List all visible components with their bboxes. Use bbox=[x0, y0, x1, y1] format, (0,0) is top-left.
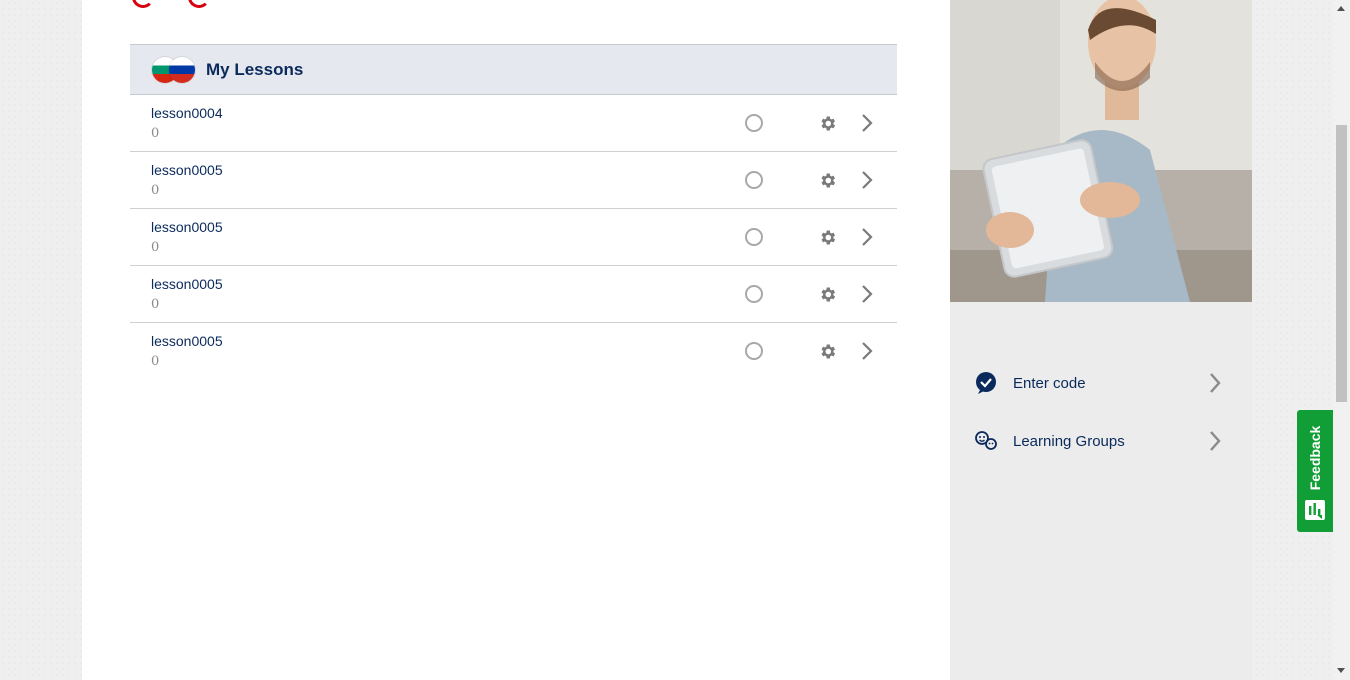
chevron-right-icon[interactable] bbox=[1208, 372, 1222, 394]
lesson-count: 0 bbox=[151, 297, 160, 312]
red-speech-bubble-icon bbox=[188, 0, 210, 8]
language-pair-flags bbox=[152, 55, 198, 85]
learning-groups-label[interactable]: Learning Groups bbox=[1013, 433, 1125, 450]
red-speech-bubble-icon bbox=[132, 0, 154, 8]
lesson-count: 0 bbox=[151, 126, 160, 141]
checkmark-bubble-icon bbox=[976, 372, 996, 394]
lesson-count: 0 bbox=[151, 240, 160, 255]
lesson-name[interactable]: lesson0005 bbox=[151, 276, 223, 292]
gear-icon[interactable] bbox=[818, 114, 837, 133]
gear-icon[interactable] bbox=[818, 171, 837, 190]
lesson-row[interactable]: lesson0005 0 bbox=[130, 152, 897, 209]
right-sidebar: Enter code Learning Groups bbox=[950, 0, 1252, 680]
chevron-right-icon[interactable] bbox=[860, 341, 874, 361]
status-circle-icon[interactable] bbox=[745, 342, 763, 360]
chevron-right-icon[interactable] bbox=[860, 113, 874, 133]
lesson-row[interactable]: lesson0005 0 bbox=[130, 323, 897, 380]
lesson-name[interactable]: lesson0005 bbox=[151, 219, 223, 235]
lesson-row[interactable]: lesson0005 0 bbox=[130, 266, 897, 323]
lesson-count: 0 bbox=[151, 183, 160, 198]
main-content: My Lessons lesson0004 0 lesson0005 0 les… bbox=[82, 0, 950, 680]
feedback-button[interactable]: Feedback bbox=[1297, 410, 1333, 532]
gear-icon[interactable] bbox=[818, 228, 837, 247]
lesson-name[interactable]: lesson0004 bbox=[151, 105, 223, 121]
scrollbar-thumb[interactable] bbox=[1336, 125, 1347, 402]
side-menu: Enter code Learning Groups bbox=[950, 308, 1252, 680]
russian-flag-icon bbox=[169, 56, 195, 83]
lesson-row[interactable]: lesson0005 0 bbox=[130, 209, 897, 266]
lesson-row[interactable]: lesson0004 0 bbox=[130, 95, 897, 152]
status-circle-icon[interactable] bbox=[745, 285, 763, 303]
group-faces-icon bbox=[975, 431, 997, 450]
learning-groups-item[interactable]: Learning Groups bbox=[950, 418, 1252, 464]
lesson-name[interactable]: lesson0005 bbox=[151, 162, 223, 178]
status-circle-icon[interactable] bbox=[745, 171, 763, 189]
my-lessons-header[interactable]: My Lessons bbox=[130, 44, 897, 95]
lesson-list: lesson0004 0 lesson0005 0 lesson0005 0 l… bbox=[130, 95, 897, 380]
chevron-right-icon[interactable] bbox=[860, 170, 874, 190]
enter-code-item[interactable]: Enter code bbox=[950, 360, 1252, 406]
my-lessons-title: My Lessons bbox=[206, 59, 304, 79]
feedback-label[interactable]: Feedback bbox=[1307, 426, 1323, 491]
chevron-right-icon[interactable] bbox=[860, 284, 874, 304]
scroll-up-arrow-icon[interactable] bbox=[1337, 6, 1345, 11]
scroll-down-arrow-icon[interactable] bbox=[1337, 668, 1345, 673]
hero-photo-man-with-tablet bbox=[950, 0, 1252, 302]
chevron-right-icon[interactable] bbox=[1208, 430, 1222, 452]
chevron-right-icon[interactable] bbox=[860, 227, 874, 247]
status-circle-icon[interactable] bbox=[745, 114, 763, 132]
gear-icon[interactable] bbox=[818, 342, 837, 361]
enter-code-label[interactable]: Enter code bbox=[1013, 375, 1086, 392]
gear-icon[interactable] bbox=[818, 285, 837, 304]
feedback-chart-icon[interactable] bbox=[1305, 500, 1325, 520]
status-circle-icon[interactable] bbox=[745, 228, 763, 246]
lesson-count: 0 bbox=[151, 354, 160, 369]
lesson-name[interactable]: lesson0005 bbox=[151, 333, 223, 349]
vertical-scrollbar[interactable] bbox=[1333, 0, 1350, 680]
